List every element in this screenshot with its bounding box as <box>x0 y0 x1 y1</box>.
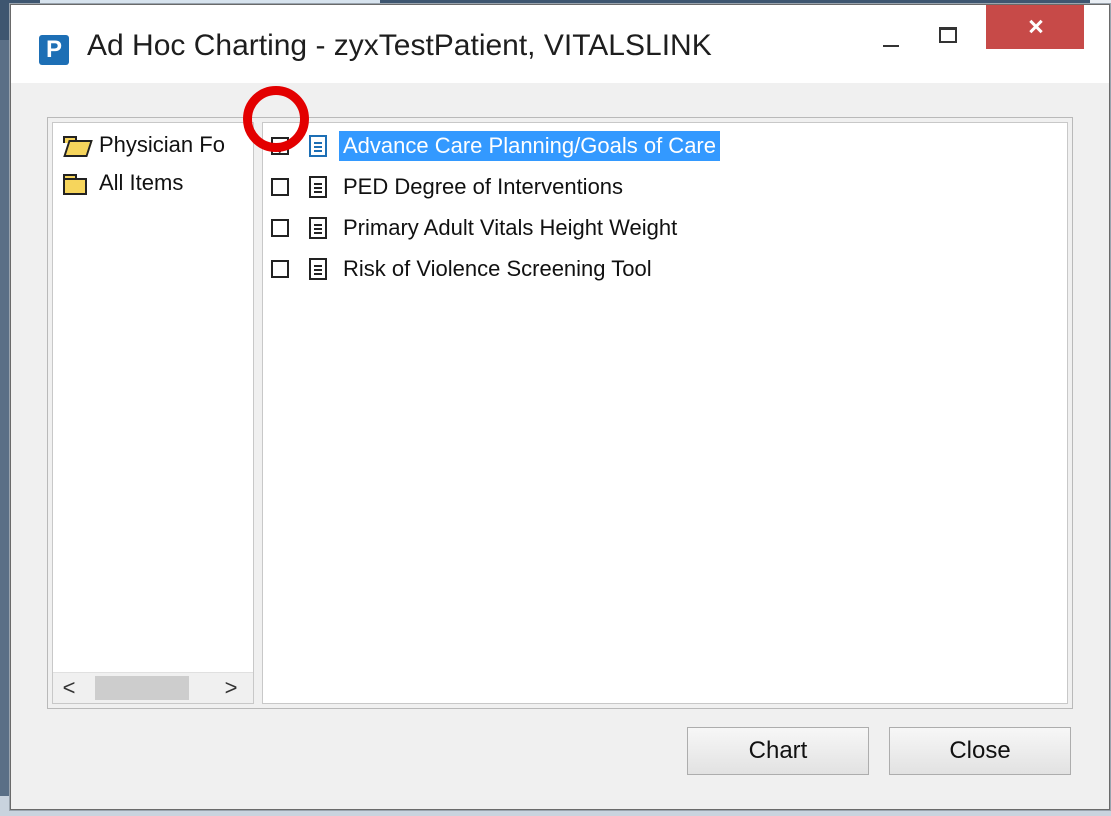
highlight-circle-annotation <box>243 86 309 152</box>
tree-item-physician-folder[interactable]: Physician Fo <box>63 131 225 159</box>
checkbox[interactable] <box>271 219 289 237</box>
list-item-label: Advance Care Planning/Goals of Care <box>339 131 720 161</box>
form-list: Advance Care Planning/Goals of Care PED … <box>262 122 1068 704</box>
horizontal-scrollbar[interactable]: < > <box>53 672 253 703</box>
minimize-button[interactable] <box>871 21 911 61</box>
app-icon: P <box>39 35 69 65</box>
list-item[interactable]: PED Degree of Interventions <box>271 172 627 202</box>
close-window-button[interactable] <box>986 5 1084 49</box>
list-item[interactable]: Advance Care Planning/Goals of Care <box>271 131 720 161</box>
folder-tree: Physician Fo All Items < > <box>52 122 254 704</box>
scroll-thumb[interactable] <box>95 676 189 700</box>
window-title: Ad Hoc Charting - zyxTestPatient, VITALS… <box>87 29 712 62</box>
folder-icon <box>63 173 89 195</box>
tree-item-label: Physician Fo <box>99 132 225 157</box>
checkbox[interactable] <box>271 178 289 196</box>
document-icon <box>309 217 327 239</box>
content-frame: Physician Fo All Items < > Advance Care … <box>47 117 1073 709</box>
list-item-label: PED Degree of Interventions <box>343 174 624 199</box>
chart-button[interactable]: Chart <box>687 727 869 775</box>
title-bar[interactable]: P Ad Hoc Charting - zyxTestPatient, VITA… <box>11 5 1109 83</box>
list-item[interactable]: Risk of Violence Screening Tool <box>271 254 656 284</box>
maximize-button[interactable] <box>921 15 971 55</box>
list-item[interactable]: Primary Adult Vitals Height Weight <box>271 213 681 243</box>
document-icon <box>309 135 327 157</box>
document-icon <box>309 176 327 198</box>
checkbox[interactable] <box>271 260 289 278</box>
list-item-label: Primary Adult Vitals Height Weight <box>343 215 678 240</box>
document-icon <box>309 258 327 280</box>
close-button[interactable]: Close <box>889 727 1071 775</box>
folder-open-icon <box>63 135 89 155</box>
list-item-label: Risk of Violence Screening Tool <box>343 256 652 281</box>
dialog-body: Physician Fo All Items < > Advance Care … <box>39 87 1089 789</box>
tree-item-label: All Items <box>99 170 184 195</box>
scroll-left-arrow[interactable]: < <box>57 675 81 701</box>
scroll-right-arrow[interactable]: > <box>219 675 243 701</box>
tree-item-all-items[interactable]: All Items <box>63 169 183 197</box>
ad-hoc-charting-dialog: P Ad Hoc Charting - zyxTestPatient, VITA… <box>10 4 1110 810</box>
